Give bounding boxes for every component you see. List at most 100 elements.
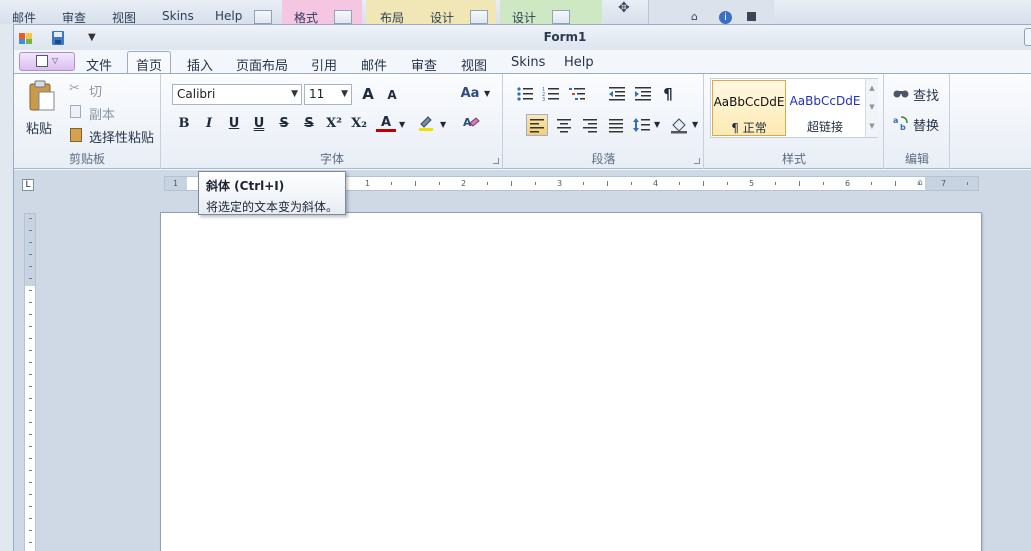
italic-button[interactable]: I [199,114,219,134]
shrink-font-button[interactable]: A [382,85,402,105]
ruler-number: 7 [941,179,947,188]
tab-help[interactable]: Help [564,55,594,70]
font-name-value: Calibri [177,87,216,101]
numbering-icon[interactable]: 123 [542,86,560,105]
chevron-down-icon[interactable]: ▼ [440,120,446,129]
bg-tab-skins[interactable]: Skins [162,9,194,23]
group-label-editing: 编辑 [904,152,929,166]
tab-view[interactable]: 视图 [461,55,487,74]
ruler-tick [415,181,416,186]
ruler-tick [583,182,584,185]
paste-label: 粘贴 [26,122,53,137]
change-case-button[interactable]: Aa [458,84,482,104]
clear-formatting-icon[interactable]: A [462,114,480,132]
align-center-icon[interactable] [555,116,573,137]
tab-references[interactable]: 引用 [311,55,337,74]
font-size-combo[interactable]: 11 ▼ [304,84,352,105]
group-styles: AaBbCcDdE ¶ 正常 AaBbCcDdE 超链接 ▲ ▼ ▼ 样式 [705,74,884,169]
bg-tab-review[interactable]: 审查 [62,9,86,24]
bg-tab-mail[interactable]: 邮件 [12,9,36,24]
vertical-ruler[interactable] [24,213,36,551]
move-icon[interactable]: ✥ [618,0,630,16]
grow-font-button[interactable]: A [358,84,378,104]
tab-stop-selector[interactable]: L [22,179,34,191]
paste-special-button[interactable]: 选择性粘贴 [69,126,159,146]
cut-button[interactable]: ✂ 切 [69,80,129,100]
tab-page-layout[interactable]: 页面布局 [236,55,288,74]
tab-mailings[interactable]: 邮件 [361,55,387,74]
chevron-down-icon[interactable]: ▼ [654,120,660,129]
form1-window: ▼ Form1 ▽ 文件 首页 插入 页面布局 引用 邮件 审查 视图 Skin… [13,24,1031,551]
bullets-icon[interactable] [516,86,534,105]
bg-mini-button-icon[interactable] [254,10,272,24]
document-page[interactable] [160,212,982,551]
application-menu-button[interactable]: ▽ [19,52,75,71]
italic-tooltip: 斜体 (Ctrl+I) 将选定的文本变为斜体。 [198,171,346,215]
align-left-button[interactable] [526,114,548,136]
multilevel-list-icon[interactable] [568,86,586,105]
find-button[interactable]: 查找 [893,84,945,104]
bg-context-tab-design[interactable]: 设计 [430,9,454,24]
bold-button[interactable]: B [174,114,194,134]
bg-mini-button-icon[interactable] [470,10,488,24]
indent-marker-icon[interactable]: ⌂ [917,177,923,190]
decrease-indent-icon[interactable] [608,86,626,105]
justify-icon[interactable] [607,116,625,137]
tab-home[interactable]: 首页 [127,51,172,74]
background-app-ribbon: 邮件 审查 视图 Skins Help 格式 布局 设计 设计 ✥ ⌂ i [0,0,1031,24]
highlight-icon[interactable] [417,114,435,132]
bg-context-tab-design-2[interactable]: 设计 [512,9,536,24]
info-icon[interactable]: i [719,11,732,24]
bg-mini-button-icon[interactable] [334,10,352,24]
copy-button[interactable]: 副本 [69,103,129,123]
ruler-tick [29,278,32,279]
line-spacing-icon[interactable] [633,116,651,137]
title-bar: ▼ Form1 [14,25,1031,50]
tab-review[interactable]: 审查 [411,55,437,74]
font-color-button[interactable]: A [376,113,396,132]
up-icon[interactable]: ⌂ [691,10,698,23]
tab-file[interactable]: 文件 [86,55,112,74]
window-control-button[interactable] [1024,28,1031,46]
style-name: ¶ 正常 [731,121,767,135]
double-underline-button[interactable]: U [249,114,269,134]
tooltip-description: 将选定的文本变为斜体。 [206,200,339,214]
font-name-combo[interactable]: Calibri ▼ [172,84,302,105]
tab-insert[interactable]: 插入 [187,55,213,74]
ruler-tick [29,338,32,339]
align-right-icon[interactable] [581,116,599,137]
chevron-down-icon[interactable]: ▼ [484,89,490,98]
ruler-tick [29,542,32,543]
strikethrough-button[interactable]: S [274,114,294,134]
paste-button[interactable]: 粘贴 [22,78,62,138]
increase-indent-icon[interactable] [634,86,652,105]
bg-mini-button-icon[interactable] [552,10,570,24]
tab-skins[interactable]: Skins [511,55,545,70]
bg-context-tab-layout[interactable]: 布局 [380,9,404,24]
paragraph-dialog-launcher[interactable] [694,158,700,164]
find-label: 查找 [913,89,940,104]
ruler-tick [775,182,776,185]
bg-tab-view[interactable]: 视图 [112,9,136,24]
bg-context-tab-format[interactable]: 格式 [294,9,318,24]
chevron-down-icon[interactable]: ▼ [399,120,405,129]
gallery-scroll[interactable]: ▲ ▼ ▼ [865,79,878,137]
style-hyperlink[interactable]: AaBbCcDdE 超链接 [788,80,862,136]
double-strikethrough-button[interactable]: S [299,114,319,134]
shading-icon[interactable] [670,116,688,137]
replace-icon: ab [893,115,909,134]
font-dialog-launcher[interactable] [493,158,499,164]
ruler-tick [29,362,32,363]
ruler-tick [439,182,440,185]
style-normal[interactable]: AaBbCcDdE ¶ 正常 [712,80,786,136]
superscript-button[interactable]: X² [324,114,344,134]
replace-button[interactable]: ab 替换 [893,114,945,134]
chevron-down-icon[interactable]: ▼ [692,120,698,129]
bg-tab-help[interactable]: Help [215,9,242,23]
ruler-tick [29,374,32,375]
underline-button[interactable]: U [224,114,244,134]
ruler-tick [29,410,32,411]
subscript-button[interactable]: X₂ [349,114,369,134]
stop-icon[interactable] [747,12,756,21]
show-marks-button[interactable]: ¶ [658,84,678,104]
